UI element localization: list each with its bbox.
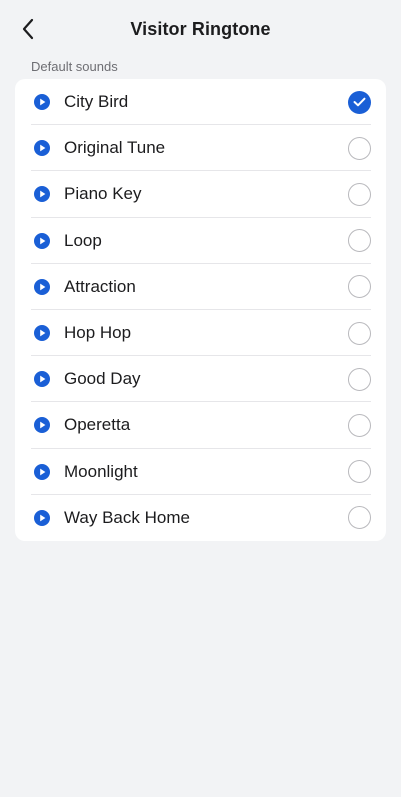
sound-item-city-bird[interactable]: City Bird [15, 79, 386, 126]
page-title: Visitor Ringtone [130, 18, 271, 39]
play-icon[interactable] [34, 325, 50, 342]
play-icon[interactable] [34, 509, 50, 526]
sound-label: Operetta [64, 415, 131, 435]
sound-item-operetta[interactable]: Operetta [15, 402, 386, 449]
sound-item-piano-key[interactable]: Piano Key [15, 171, 386, 218]
play-icon[interactable] [34, 94, 50, 111]
sound-item-loop[interactable]: Loop [15, 218, 386, 264]
sound-item-hop-hop[interactable]: Hop Hop [15, 310, 386, 357]
play-icon[interactable] [34, 140, 50, 157]
play-icon[interactable] [34, 371, 50, 388]
chevron-left-icon [22, 18, 34, 40]
sound-label: Moonlight [64, 461, 138, 481]
sound-label: Attraction [64, 276, 136, 296]
checkmark-icon [353, 97, 366, 107]
play-icon[interactable] [34, 232, 50, 249]
sound-label: Hop Hop [64, 323, 132, 343]
play-icon[interactable] [34, 186, 50, 203]
radio-button[interactable] [348, 367, 371, 391]
sound-item-attraction[interactable]: Attraction [15, 264, 386, 311]
sound-item-way-back-home[interactable]: Way Back Home [15, 495, 386, 541]
section-label: Default sounds [31, 59, 118, 74]
play-icon[interactable] [34, 417, 50, 434]
radio-button[interactable] [348, 506, 371, 530]
radio-button[interactable] [348, 321, 371, 345]
play-icon[interactable] [34, 463, 50, 480]
radio-button[interactable] [348, 275, 371, 299]
sound-label: Piano Key [64, 184, 142, 204]
radio-button[interactable] [348, 136, 371, 160]
sound-item-original-tune[interactable]: Original Tune [15, 125, 386, 172]
radio-button[interactable] [348, 460, 371, 484]
play-icon[interactable] [34, 278, 50, 295]
sound-label: City Bird [64, 92, 129, 112]
sound-label: Original Tune [64, 138, 166, 158]
back-button[interactable] [14, 15, 42, 43]
sound-list: City Bird Original Tune Piano Key Loop A… [15, 79, 386, 541]
radio-button[interactable] [348, 229, 371, 253]
sound-label: Loop [64, 230, 102, 250]
radio-button[interactable] [348, 90, 371, 114]
navigation-header: Visitor Ringtone [0, 0, 401, 58]
radio-button[interactable] [348, 413, 371, 437]
sound-label: Good Day [64, 369, 141, 389]
sound-item-good-day[interactable]: Good Day [15, 356, 386, 403]
sound-item-moonlight[interactable]: Moonlight [15, 449, 386, 495]
sound-label: Way Back Home [64, 507, 190, 527]
radio-button[interactable] [348, 182, 371, 206]
